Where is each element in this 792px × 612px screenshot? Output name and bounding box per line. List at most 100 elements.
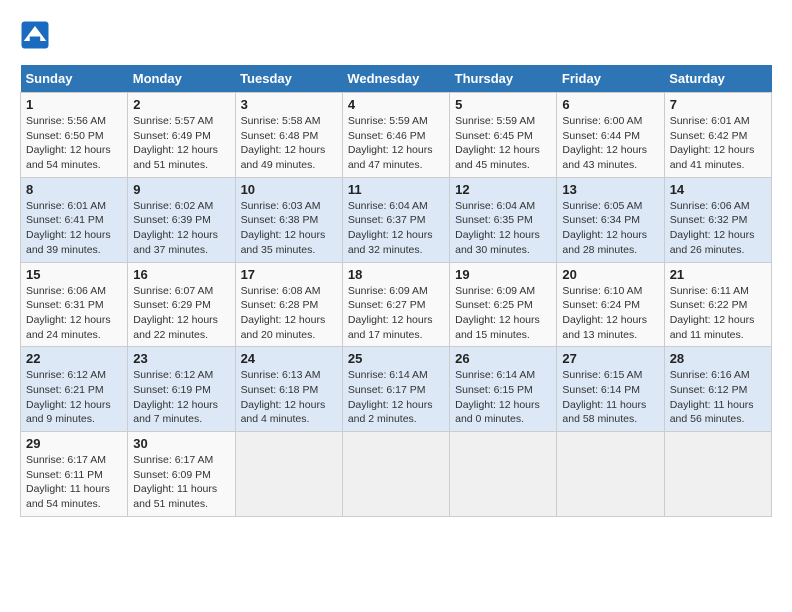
calendar-cell: 30 Sunrise: 6:17 AM Sunset: 6:09 PM Dayli… <box>128 432 235 517</box>
calendar-cell: 21 Sunrise: 6:11 AM Sunset: 6:22 PM Dayli… <box>664 262 771 347</box>
day-number: 6 <box>562 97 658 112</box>
day-detail: Sunrise: 6:09 AM Sunset: 6:25 PM Dayligh… <box>455 284 551 343</box>
day-detail: Sunrise: 6:14 AM Sunset: 6:17 PM Dayligh… <box>348 368 444 427</box>
day-number: 24 <box>241 351 337 366</box>
day-detail: Sunrise: 5:56 AM Sunset: 6:50 PM Dayligh… <box>26 114 122 173</box>
calendar-table: SundayMondayTuesdayWednesdayThursdayFrid… <box>20 65 772 517</box>
day-number: 23 <box>133 351 229 366</box>
day-detail: Sunrise: 6:00 AM Sunset: 6:44 PM Dayligh… <box>562 114 658 173</box>
calendar-cell <box>557 432 664 517</box>
calendar-cell: 8 Sunrise: 6:01 AM Sunset: 6:41 PM Daylig… <box>21 177 128 262</box>
day-number: 18 <box>348 267 444 282</box>
day-number: 28 <box>670 351 766 366</box>
calendar-cell: 4 Sunrise: 5:59 AM Sunset: 6:46 PM Daylig… <box>342 93 449 178</box>
day-detail: Sunrise: 5:57 AM Sunset: 6:49 PM Dayligh… <box>133 114 229 173</box>
day-detail: Sunrise: 6:07 AM Sunset: 6:29 PM Dayligh… <box>133 284 229 343</box>
day-number: 16 <box>133 267 229 282</box>
day-number: 4 <box>348 97 444 112</box>
calendar-week-5: 29 Sunrise: 6:17 AM Sunset: 6:11 PM Dayli… <box>21 432 772 517</box>
calendar-cell: 2Sunrise: 5:57 AM Sunset: 6:49 PM Daylig… <box>128 93 235 178</box>
calendar-cell: 29 Sunrise: 6:17 AM Sunset: 6:11 PM Dayli… <box>21 432 128 517</box>
day-detail: Sunrise: 6:08 AM Sunset: 6:28 PM Dayligh… <box>241 284 337 343</box>
header-row: SundayMondayTuesdayWednesdayThursdayFrid… <box>21 65 772 93</box>
logo-icon <box>20 20 50 50</box>
calendar-cell: 19 Sunrise: 6:09 AM Sunset: 6:25 PM Dayli… <box>450 262 557 347</box>
day-detail: Sunrise: 5:59 AM Sunset: 6:46 PM Dayligh… <box>348 114 444 173</box>
day-detail: Sunrise: 6:04 AM Sunset: 6:37 PM Dayligh… <box>348 199 444 258</box>
day-detail: Sunrise: 6:09 AM Sunset: 6:27 PM Dayligh… <box>348 284 444 343</box>
calendar-cell: 9 Sunrise: 6:02 AM Sunset: 6:39 PM Daylig… <box>128 177 235 262</box>
day-number: 7 <box>670 97 766 112</box>
calendar-cell: 15Sunrise: 6:06 AM Sunset: 6:31 PM Dayli… <box>21 262 128 347</box>
calendar-cell <box>342 432 449 517</box>
calendar-week-2: 8 Sunrise: 6:01 AM Sunset: 6:41 PM Daylig… <box>21 177 772 262</box>
day-detail: Sunrise: 6:16 AM Sunset: 6:12 PM Dayligh… <box>670 368 766 427</box>
day-number: 30 <box>133 436 229 451</box>
day-detail: Sunrise: 6:03 AM Sunset: 6:38 PM Dayligh… <box>241 199 337 258</box>
day-detail: Sunrise: 6:17 AM Sunset: 6:11 PM Dayligh… <box>26 453 122 512</box>
day-number: 14 <box>670 182 766 197</box>
day-detail: Sunrise: 6:06 AM Sunset: 6:31 PM Dayligh… <box>26 284 122 343</box>
calendar-cell: 11 Sunrise: 6:04 AM Sunset: 6:37 PM Dayli… <box>342 177 449 262</box>
calendar-cell: 20 Sunrise: 6:10 AM Sunset: 6:24 PM Dayli… <box>557 262 664 347</box>
day-number: 21 <box>670 267 766 282</box>
day-number: 12 <box>455 182 551 197</box>
calendar-cell <box>235 432 342 517</box>
day-number: 22 <box>26 351 122 366</box>
logo <box>20 20 54 50</box>
day-detail: Sunrise: 6:14 AM Sunset: 6:15 PM Dayligh… <box>455 368 551 427</box>
calendar-cell: 23 Sunrise: 6:12 AM Sunset: 6:19 PM Dayli… <box>128 347 235 432</box>
calendar-week-3: 15Sunrise: 6:06 AM Sunset: 6:31 PM Dayli… <box>21 262 772 347</box>
day-number: 5 <box>455 97 551 112</box>
day-detail: Sunrise: 6:17 AM Sunset: 6:09 PM Dayligh… <box>133 453 229 512</box>
calendar-cell: 24 Sunrise: 6:13 AM Sunset: 6:18 PM Dayli… <box>235 347 342 432</box>
calendar-cell: 17 Sunrise: 6:08 AM Sunset: 6:28 PM Dayli… <box>235 262 342 347</box>
day-detail: Sunrise: 6:11 AM Sunset: 6:22 PM Dayligh… <box>670 284 766 343</box>
header-cell-friday: Friday <box>557 65 664 93</box>
day-number: 17 <box>241 267 337 282</box>
page-header <box>20 20 772 50</box>
day-number: 29 <box>26 436 122 451</box>
day-detail: Sunrise: 6:12 AM Sunset: 6:19 PM Dayligh… <box>133 368 229 427</box>
calendar-cell: 14Sunrise: 6:06 AM Sunset: 6:32 PM Dayli… <box>664 177 771 262</box>
header-cell-tuesday: Tuesday <box>235 65 342 93</box>
day-number: 1 <box>26 97 122 112</box>
day-number: 27 <box>562 351 658 366</box>
calendar-cell: 16 Sunrise: 6:07 AM Sunset: 6:29 PM Dayli… <box>128 262 235 347</box>
calendar-cell: 13Sunrise: 6:05 AM Sunset: 6:34 PM Dayli… <box>557 177 664 262</box>
day-detail: Sunrise: 6:01 AM Sunset: 6:41 PM Dayligh… <box>26 199 122 258</box>
calendar-cell: 6 Sunrise: 6:00 AM Sunset: 6:44 PM Daylig… <box>557 93 664 178</box>
calendar-cell: 28 Sunrise: 6:16 AM Sunset: 6:12 PM Dayli… <box>664 347 771 432</box>
header-cell-wednesday: Wednesday <box>342 65 449 93</box>
calendar-cell <box>664 432 771 517</box>
day-number: 8 <box>26 182 122 197</box>
calendar-cell: 18 Sunrise: 6:09 AM Sunset: 6:27 PM Dayli… <box>342 262 449 347</box>
day-detail: Sunrise: 6:12 AM Sunset: 6:21 PM Dayligh… <box>26 368 122 427</box>
calendar-cell: 22 Sunrise: 6:12 AM Sunset: 6:21 PM Dayli… <box>21 347 128 432</box>
calendar-cell: 27Sunrise: 6:15 AM Sunset: 6:14 PM Dayli… <box>557 347 664 432</box>
calendar-cell <box>450 432 557 517</box>
calendar-cell: 12 Sunrise: 6:04 AM Sunset: 6:35 PM Dayli… <box>450 177 557 262</box>
header-cell-saturday: Saturday <box>664 65 771 93</box>
day-number: 19 <box>455 267 551 282</box>
day-detail: Sunrise: 5:58 AM Sunset: 6:48 PM Dayligh… <box>241 114 337 173</box>
day-number: 13 <box>562 182 658 197</box>
header-cell-monday: Monday <box>128 65 235 93</box>
day-detail: Sunrise: 5:59 AM Sunset: 6:45 PM Dayligh… <box>455 114 551 173</box>
day-detail: Sunrise: 6:10 AM Sunset: 6:24 PM Dayligh… <box>562 284 658 343</box>
header-cell-thursday: Thursday <box>450 65 557 93</box>
calendar-cell: 25 Sunrise: 6:14 AM Sunset: 6:17 PM Dayli… <box>342 347 449 432</box>
header-cell-sunday: Sunday <box>21 65 128 93</box>
day-number: 25 <box>348 351 444 366</box>
day-detail: Sunrise: 6:01 AM Sunset: 6:42 PM Dayligh… <box>670 114 766 173</box>
day-detail: Sunrise: 6:13 AM Sunset: 6:18 PM Dayligh… <box>241 368 337 427</box>
day-detail: Sunrise: 6:02 AM Sunset: 6:39 PM Dayligh… <box>133 199 229 258</box>
day-number: 9 <box>133 182 229 197</box>
day-number: 11 <box>348 182 444 197</box>
calendar-week-1: 1 Sunrise: 5:56 AM Sunset: 6:50 PM Daylig… <box>21 93 772 178</box>
day-number: 20 <box>562 267 658 282</box>
day-detail: Sunrise: 6:04 AM Sunset: 6:35 PM Dayligh… <box>455 199 551 258</box>
day-number: 26 <box>455 351 551 366</box>
calendar-cell: 5 Sunrise: 5:59 AM Sunset: 6:45 PM Daylig… <box>450 93 557 178</box>
day-number: 10 <box>241 182 337 197</box>
